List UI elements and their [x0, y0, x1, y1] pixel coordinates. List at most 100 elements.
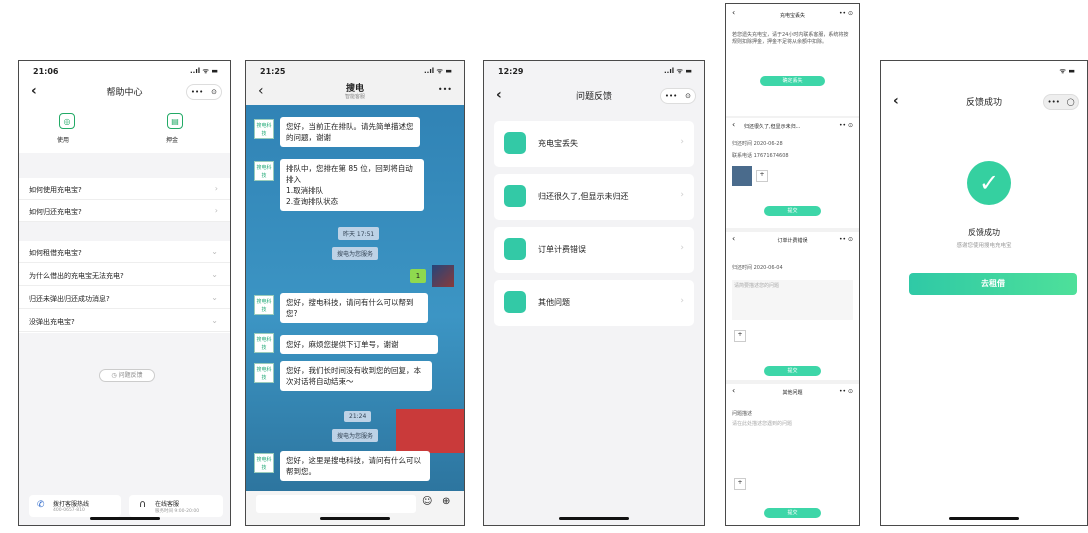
nav-bar: ‹ 帮助中心 ••• ⊙	[19, 79, 230, 105]
close-circle-icon[interactable]: ◯	[1067, 98, 1075, 106]
phone-feedback-forms: ‹ 充电宝丢失 •• ⊙ 若您遗失充电宝，请于24小时内联系客服，系统将按规则扣…	[725, 3, 860, 526]
avatar: 搜电科技	[254, 333, 274, 353]
description-input[interactable]: 请在此处描述您遇到的问题	[732, 420, 853, 460]
lost-powerbank-icon	[504, 132, 526, 154]
billing-icon	[504, 238, 526, 260]
question-group-2: 如何租借充电宝? ⌄ 为什么借出的充电宝无法充电? ⌄ 归还未弹出归还成功消息? ⌄ …	[19, 241, 230, 333]
add-photo-button[interactable]: +	[734, 478, 746, 490]
more-icon[interactable]: •••	[1047, 98, 1059, 106]
timestamp: 21:24	[344, 411, 372, 422]
photo-thumbnail	[732, 166, 752, 186]
question-row[interactable]: 如何归还充电宝? ›	[19, 200, 230, 222]
form-return: ‹ 归还很久了,但显示未归... •• ⊙ 归还时间 2020-06-28 联系…	[726, 118, 859, 228]
chat-header: 21:25 ..ıl ᯤ ▬ ‹ 搜电 智能客服 •••	[246, 61, 464, 105]
emoji-icon[interactable]: ☺	[422, 496, 432, 507]
back-icon[interactable]: ‹	[732, 120, 735, 129]
deposit-label: 押金	[166, 137, 179, 144]
deposit-icon[interactable]: ▤	[167, 113, 183, 129]
close-circle-icon[interactable]: ⊙	[685, 92, 691, 100]
feedback-button[interactable]: ◷ 问题反馈	[99, 369, 155, 382]
more-icon[interactable]: •••	[438, 85, 452, 94]
issue-card[interactable]: 充电宝丢失 ›	[494, 121, 694, 167]
capsule-menu[interactable]: •• ⊙	[839, 236, 853, 243]
message-input[interactable]	[256, 495, 416, 513]
hotline-button[interactable]: ✆ 拨打客服热线 400-0657-810	[29, 495, 121, 517]
capsule-menu[interactable]: ••• ⊙	[660, 88, 696, 104]
capsule-menu[interactable]: ••• ◯	[1043, 94, 1079, 110]
submit-button[interactable]: 提交	[764, 508, 821, 518]
nav-bar: ‹ 问题反馈 ••• ⊙	[484, 83, 704, 109]
form-lost: ‹ 充电宝丢失 •• ⊙ 若您遗失充电宝，请于24小时内联系客服，系统将按规则扣…	[726, 4, 859, 116]
avatar: 搜电科技	[254, 119, 274, 139]
avatar: 搜电科技	[254, 363, 274, 383]
capsule-menu[interactable]: •• ⊙	[839, 10, 853, 17]
use-label: 使用	[57, 137, 70, 144]
submit-button[interactable]: 提交	[764, 366, 821, 376]
issue-card[interactable]: 归还很久了,但显示未归还 ›	[494, 174, 694, 220]
success-message: 反馈成功	[968, 228, 1000, 237]
background-art	[396, 409, 464, 453]
capsule-menu[interactable]: •• ⊙	[839, 388, 853, 395]
thanks-message: 感谢您使用搜电充电宝	[956, 243, 1012, 249]
status-bar: 21:06 ..ıl ᯤ ▬	[19, 61, 230, 79]
home-indicator	[559, 517, 629, 520]
add-photo-button[interactable]: +	[756, 170, 768, 182]
chevron-right-icon: ›	[680, 137, 684, 147]
chevron-down-icon: ⌄	[211, 270, 218, 279]
chevron-right-icon: ›	[214, 184, 218, 193]
phone-success: ᯤ ▬ ‹ 反馈成功 ••• ◯ ✓ 反馈成功 感谢您使用搜电充电宝 去租借	[880, 60, 1088, 526]
chevron-right-icon: ›	[680, 296, 684, 306]
nav-bar: ‹ 反馈成功 ••• ◯	[881, 89, 1087, 115]
home-indicator	[949, 517, 1019, 520]
phone-chat: 21:25 ..ıl ᯤ ▬ ‹ 搜电 智能客服 ••• 搜电科技 您好，当前正…	[245, 60, 465, 526]
chevron-down-icon: ⌄	[211, 293, 218, 302]
chat-message: 您好，我们长时间没有收到您的回复，本次对话将自动结束～	[280, 361, 432, 391]
online-service-button[interactable]: ∩ 在线客服 服务时间 9:00-20:00	[129, 495, 223, 517]
chat-message: 您好，搜电科技，请问有什么可以帮到您?	[280, 293, 428, 323]
chevron-down-icon: ⌄	[211, 316, 218, 325]
chevron-right-icon: ›	[214, 206, 218, 215]
phone-icon: ✆	[37, 500, 45, 510]
shield-icon[interactable]: ◎	[59, 113, 75, 129]
question-row[interactable]: 如何使用充电宝? ›	[19, 178, 230, 200]
more-icon[interactable]: •••	[665, 92, 677, 100]
phone-feedback: 12:29 ..ıl ᯤ ▬ ‹ 问题反馈 ••• ⊙ 充电宝丢失 › 归还很久了,但…	[483, 60, 705, 526]
more-icon[interactable]: •••	[191, 88, 203, 96]
avatar: 搜电科技	[254, 295, 274, 315]
submit-button[interactable]: 提交	[764, 206, 821, 216]
return-issue-icon	[504, 185, 526, 207]
issue-card[interactable]: 订单计费错误 ›	[494, 227, 694, 273]
chat-message: 排队中，您排在第 85 位，回到将自动排入 1.取消排队 2.查询排队状态	[280, 159, 424, 211]
capsule-menu[interactable]: •• ⊙	[839, 122, 853, 129]
system-message: 搜电为您服务	[332, 429, 379, 442]
description-input[interactable]: 请简要描述您的问题	[732, 280, 853, 320]
plus-icon[interactable]: ⊕	[442, 496, 450, 507]
input-bar: ☺ ⊕	[246, 491, 464, 525]
form-billing: ‹ 订单计费错误 •• ⊙ 归还时间 2020-06-04 请简要描述您的问题 …	[726, 232, 859, 380]
question-row[interactable]: 归还未弹出归还成功消息? ⌄	[19, 287, 230, 309]
form-other: ‹ 其他问题 •• ⊙ 问题描述 请在此处描述您遇到的问题 + 提交	[726, 384, 859, 525]
chevron-down-icon: ⌄	[211, 247, 218, 256]
add-photo-button[interactable]: +	[734, 330, 746, 342]
close-circle-icon[interactable]: ⊙	[211, 88, 217, 96]
user-avatar	[432, 265, 454, 287]
question-row[interactable]: 没弹出充电宝? ⌄	[19, 310, 230, 332]
confirm-lost-button[interactable]: 确定丢失	[760, 76, 825, 86]
chevron-right-icon: ›	[680, 243, 684, 253]
chat-message: 您好，这里是搜电科技，请问有什么可以帮到您。	[280, 451, 430, 481]
chat-message: 您好，当前正在排队。请先简单描述您的问题，谢谢	[280, 117, 420, 147]
question-row[interactable]: 如何租借充电宝? ⌄	[19, 241, 230, 263]
avatar: 搜电科技	[254, 453, 274, 473]
system-message: 搜电为您服务	[332, 247, 379, 260]
feedback-icon: ◷	[111, 372, 119, 379]
go-rent-button[interactable]: 去租借	[909, 273, 1077, 295]
category-panel: ◎ 使用 ▤ 押金	[19, 105, 230, 153]
my-message: 1	[410, 269, 426, 283]
issue-card[interactable]: 其他问题 ›	[494, 280, 694, 326]
question-row[interactable]: 为什么借出的充电宝无法充电? ⌄	[19, 264, 230, 286]
capsule-menu[interactable]: ••• ⊙	[186, 84, 222, 100]
chat-message: 您好，麻烦您提供下订单号，谢谢	[280, 335, 438, 354]
avatar: 搜电科技	[254, 161, 274, 181]
timestamp: 昨天 17:51	[338, 227, 380, 240]
status-bar: ᯤ ▬	[1059, 67, 1075, 75]
